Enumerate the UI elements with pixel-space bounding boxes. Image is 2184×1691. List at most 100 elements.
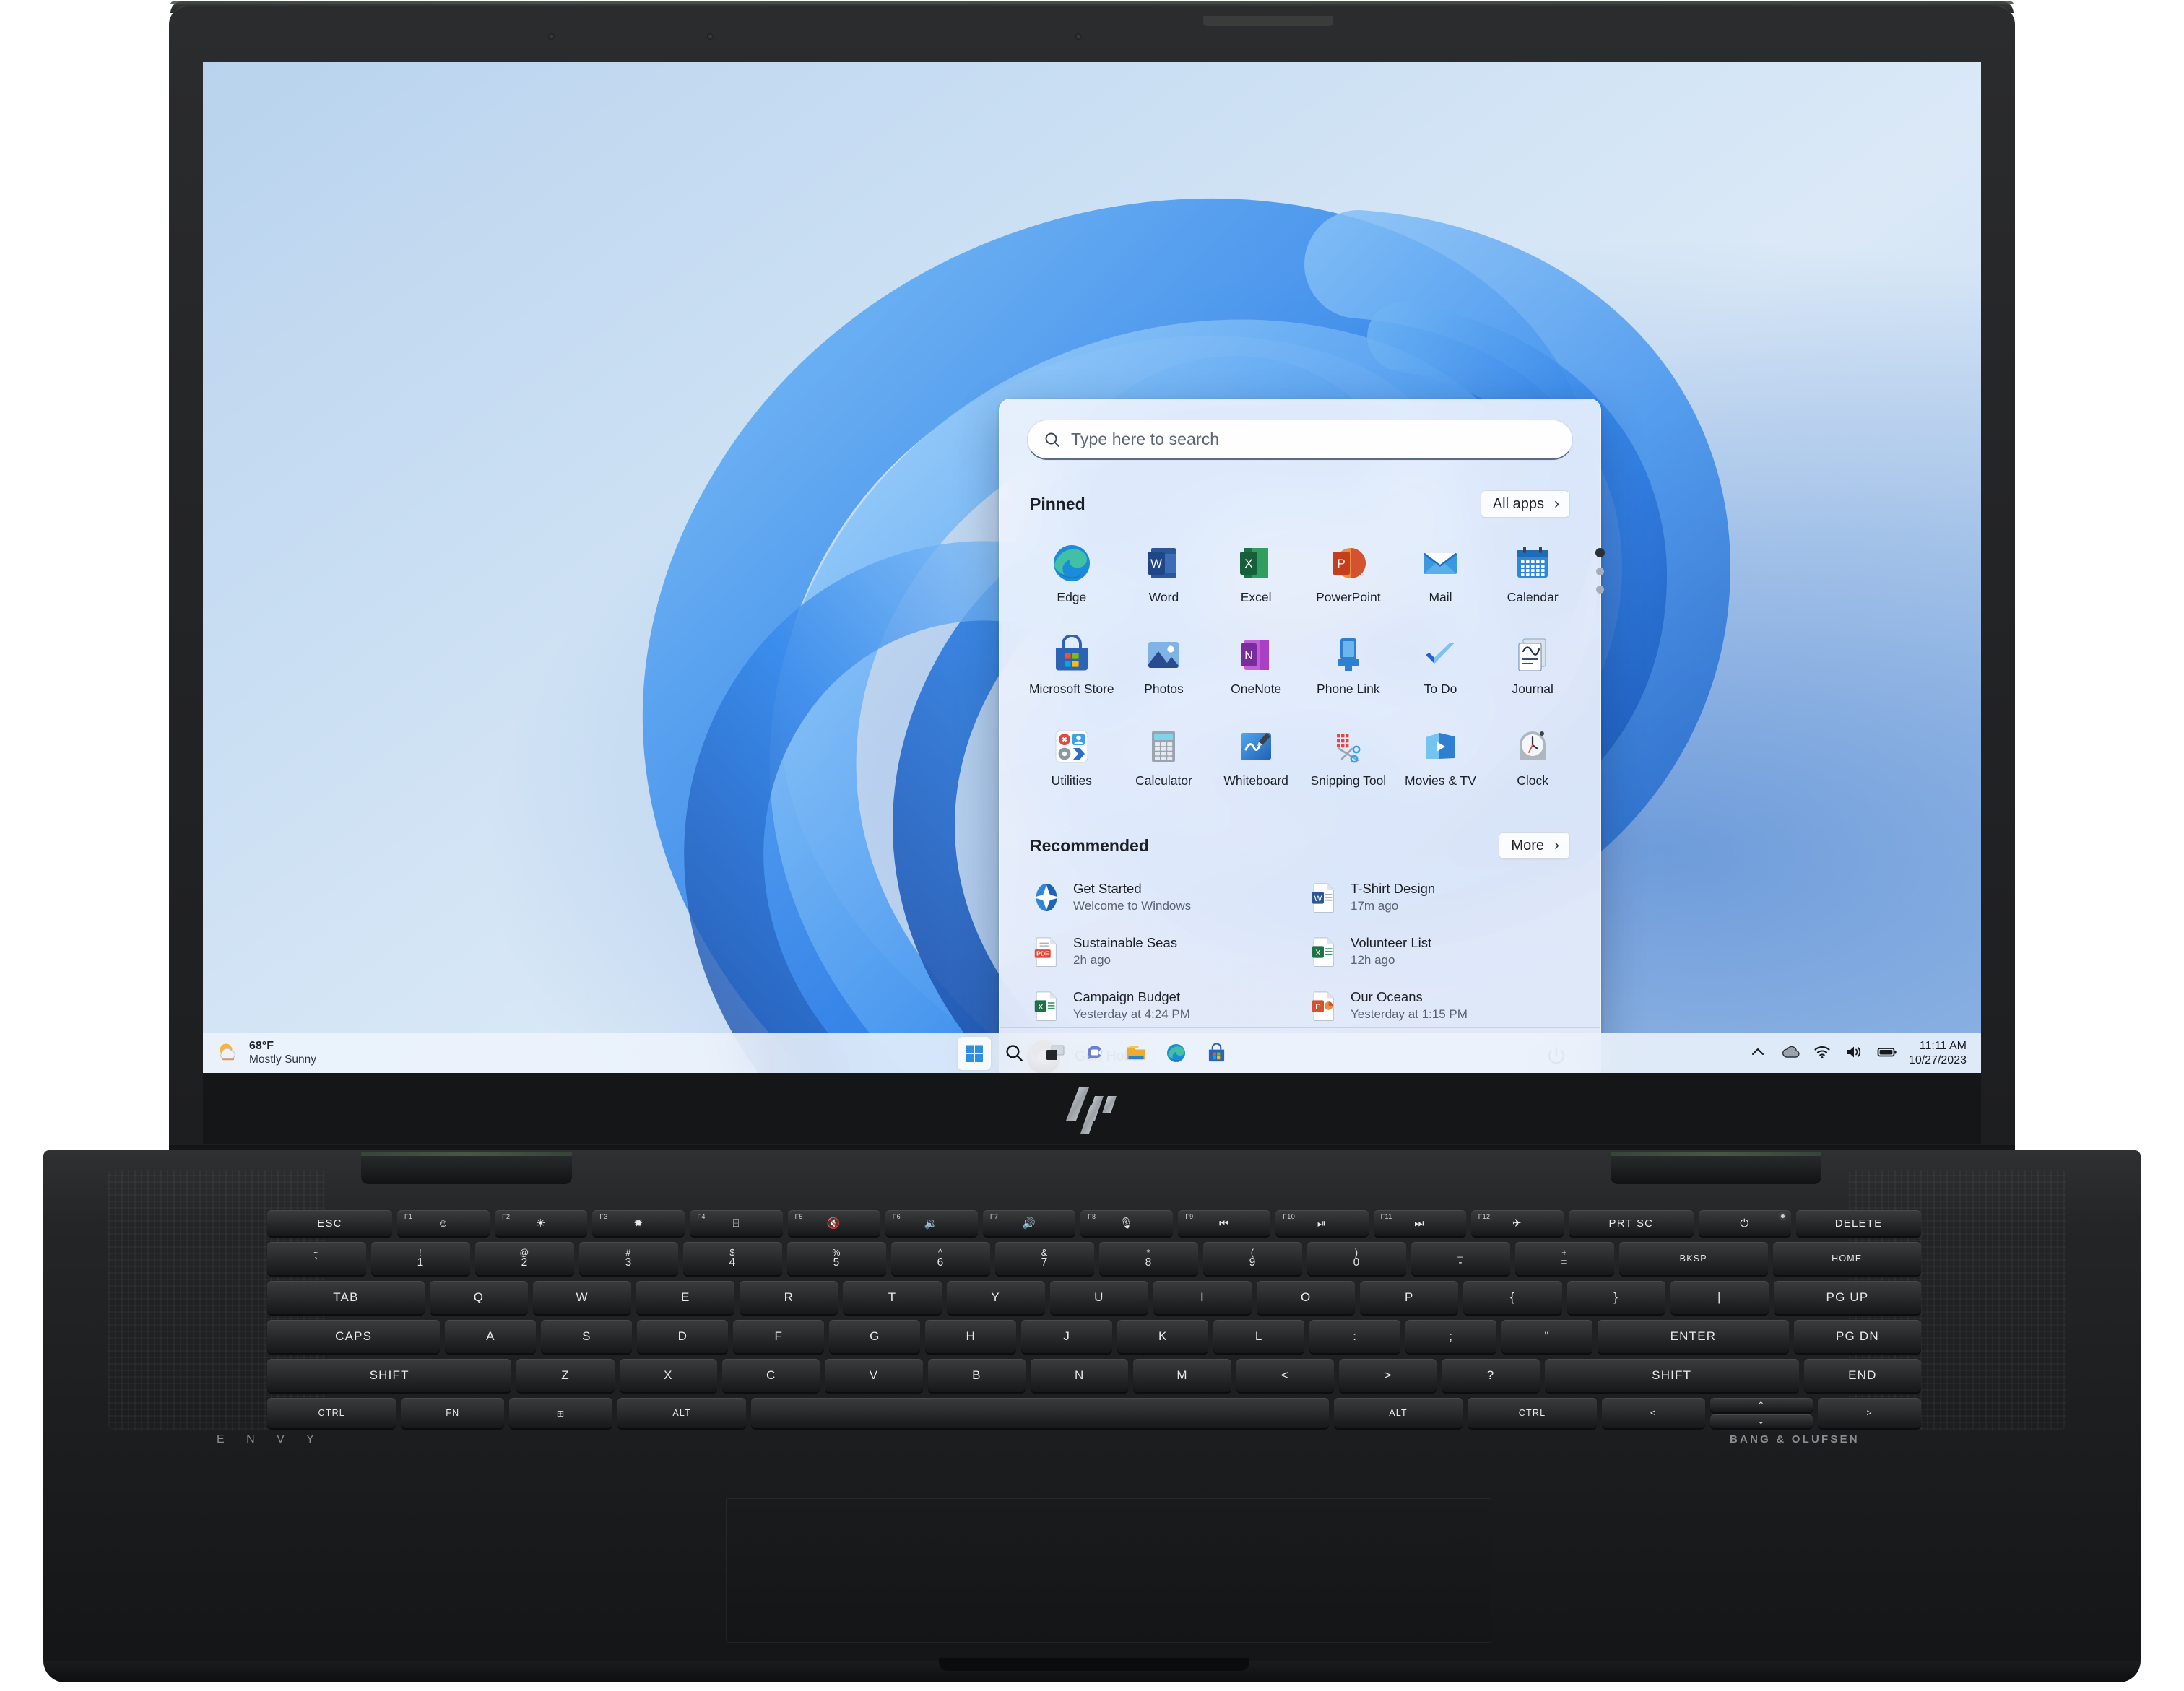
key-pg-dn[interactable]: PG DN (1793, 1320, 1922, 1353)
key-x[interactable]: X (619, 1359, 718, 1392)
key-r[interactable]: R (740, 1281, 838, 1314)
keyboard-number-row[interactable]: ~ `! 1 @ 2 # 3 $ 4% 5 ^ 6 & 7 * 8( 9) 0 _ (267, 1242, 1921, 1275)
pinned-pagination[interactable] (1595, 548, 1605, 594)
trackpad[interactable] (726, 1498, 1491, 1643)
key-g[interactable]: G (829, 1320, 921, 1353)
key-w[interactable]: W (533, 1281, 632, 1314)
file-explorer-button[interactable] (1119, 1037, 1153, 1070)
key--[interactable]: ⊞ (509, 1398, 612, 1428)
pinned-app-onenote[interactable]: N OneNote (1210, 630, 1302, 703)
key-3[interactable]: # 3 (579, 1242, 678, 1275)
pinned-app-calculator[interactable]: Calculator (1118, 721, 1210, 794)
key-arrow-up[interactable]: ⌃ (1710, 1398, 1814, 1412)
key-alt[interactable]: ALT (617, 1398, 747, 1428)
key-arrow-down[interactable]: ⌄ (1710, 1414, 1814, 1428)
key-ctrl[interactable]: CTRL (1468, 1398, 1597, 1428)
key-z[interactable]: Z (516, 1359, 615, 1392)
key-y[interactable]: Y (946, 1281, 1045, 1314)
pinned-app-to-do[interactable]: To Do (1395, 630, 1487, 703)
keyboard[interactable]: ESC F1 ☺ F2 ☀ F3 ✹ F4 ⌸ F5 🔇 F6 🔉 F7 🔊 F8 🎙 F9 ⏮ F10 ⏯ F11 ⏭ F1… (267, 1210, 1922, 1434)
system-tray[interactable]: 11:11 AM 10/27/2023 (1750, 1039, 1981, 1068)
key-f10[interactable]: F10 ⏯ (1275, 1210, 1369, 1236)
search-button[interactable] (998, 1037, 1031, 1070)
key-b[interactable]: B (927, 1359, 1026, 1392)
pinned-app-snipping-tool[interactable]: Snipping Tool (1302, 721, 1395, 794)
keyboard-qwerty-row[interactable]: TAB Q W E R T Y U I O P {} | PG UP (267, 1281, 1922, 1314)
taskbar[interactable]: 68°F Mostly Sunny 11:11 AM 10/27/2023 (203, 1033, 1981, 1073)
keyboard-home-row[interactable]: CAPS A S D F G H J K L:; " ENTER PG DN (267, 1320, 1922, 1353)
key-n[interactable]: N (1031, 1359, 1129, 1392)
pinned-app-phone-link[interactable]: Phone Link (1302, 630, 1395, 703)
key-t[interactable]: T (843, 1281, 942, 1314)
page-dot-1[interactable] (1595, 548, 1605, 557)
chat-button[interactable] (1079, 1037, 1112, 1070)
key--[interactable]: _ - (1411, 1242, 1510, 1275)
key-1[interactable]: ! 1 (371, 1242, 470, 1275)
key-a[interactable]: A (445, 1320, 537, 1353)
key-v[interactable]: V (825, 1359, 923, 1392)
pinned-app-whiteboard[interactable]: Whiteboard (1210, 721, 1302, 794)
key--[interactable]: : (1309, 1320, 1401, 1353)
key-ctrl[interactable]: CTRL (267, 1398, 396, 1428)
key-shift[interactable]: SHIFT (1544, 1359, 1799, 1392)
key--[interactable]: { (1463, 1281, 1562, 1314)
edge-button[interactable] (1160, 1037, 1193, 1070)
key-8[interactable]: * 8 (1099, 1242, 1198, 1275)
key-bksp[interactable]: BKSP (1619, 1242, 1768, 1275)
key-p[interactable]: P (1360, 1281, 1459, 1314)
key-f4[interactable]: F4 ⌸ (690, 1210, 783, 1236)
key--[interactable]: ? (1442, 1359, 1540, 1392)
onedrive-button[interactable] (1782, 1044, 1800, 1063)
show-hidden-icons-button[interactable] (1750, 1044, 1769, 1063)
search-input[interactable]: Type here to search (1027, 420, 1573, 460)
key-fn[interactable]: FN (401, 1398, 505, 1428)
keyboard-modifier-row[interactable]: CTRL FN ⊞ ALT ALT CTRL < ⌃ ⌄ > (267, 1398, 1921, 1428)
start-menu[interactable]: Type here to search Pinned All apps › Ed… (999, 399, 1605, 1073)
pinned-app-calendar[interactable]: Calendar (1486, 538, 1579, 611)
key-prt-sc[interactable]: PRT SC (1568, 1210, 1694, 1236)
keyboard-bottom-alpha-row[interactable]: SHIFT Z X C V B N M < >? SHIFT END (267, 1359, 1922, 1392)
key--[interactable]: " (1502, 1320, 1593, 1353)
taskbar-apps[interactable] (441, 1036, 1750, 1070)
start-button[interactable] (957, 1036, 991, 1070)
key-s[interactable]: S (541, 1320, 633, 1353)
key-end[interactable]: END (1803, 1359, 1922, 1392)
key-f2[interactable]: F2 ☀ (495, 1210, 588, 1236)
pinned-app-word[interactable]: W Word (1118, 538, 1210, 611)
key-u[interactable]: U (1049, 1281, 1148, 1314)
key-k[interactable]: K (1117, 1320, 1209, 1353)
key-enter[interactable]: ENTER (1598, 1320, 1789, 1353)
pinned-app-journal[interactable]: Journal (1486, 630, 1579, 703)
pinned-app-microsoft-store[interactable]: Microsoft Store (1026, 630, 1118, 703)
key--[interactable]: ⏻ (1698, 1210, 1792, 1236)
key--[interactable]: ; (1405, 1320, 1497, 1353)
key-i[interactable]: I (1153, 1281, 1252, 1314)
battery-button[interactable] (1877, 1044, 1897, 1063)
key-f6[interactable]: F6 🔉 (885, 1210, 978, 1236)
key--[interactable]: + = (1515, 1242, 1614, 1275)
pinned-app-edge[interactable]: Edge (1026, 538, 1118, 611)
key-f3[interactable]: F3 ✹ (592, 1210, 685, 1236)
key-0[interactable]: ) 0 (1307, 1242, 1406, 1275)
key-shift[interactable]: SHIFT (267, 1359, 512, 1392)
microsoft-store-button[interactable] (1200, 1037, 1234, 1070)
task-view-button[interactable] (1039, 1037, 1072, 1070)
key-delete[interactable]: DELETE (1796, 1210, 1922, 1236)
recommended-list[interactable]: Get Started Welcome to Windows W T-Shirt… (1000, 875, 1600, 1027)
key-j[interactable]: J (1021, 1320, 1113, 1353)
key-home[interactable]: HOME (1772, 1242, 1921, 1275)
key-f8[interactable]: F8 🎙 (1080, 1210, 1174, 1236)
key-h[interactable]: H (925, 1320, 1017, 1353)
volume-button[interactable] (1845, 1044, 1864, 1063)
key-tab[interactable]: TAB (267, 1281, 425, 1314)
recommended-item[interactable]: Get Started Welcome to Windows (1024, 875, 1301, 919)
key-o[interactable]: O (1257, 1281, 1356, 1314)
key-f11[interactable]: F11 ⏭ (1373, 1210, 1466, 1236)
key--[interactable]: < (1236, 1359, 1335, 1392)
arrow-keys-stack[interactable]: ⌃ ⌄ (1710, 1398, 1814, 1428)
key-alt[interactable]: ALT (1333, 1398, 1463, 1428)
pinned-app-excel[interactable]: X Excel (1210, 538, 1302, 611)
key-f12[interactable]: F12 ✈ (1470, 1210, 1564, 1236)
key-f5[interactable]: F5 🔇 (787, 1210, 880, 1236)
key-l[interactable]: L (1213, 1320, 1305, 1353)
